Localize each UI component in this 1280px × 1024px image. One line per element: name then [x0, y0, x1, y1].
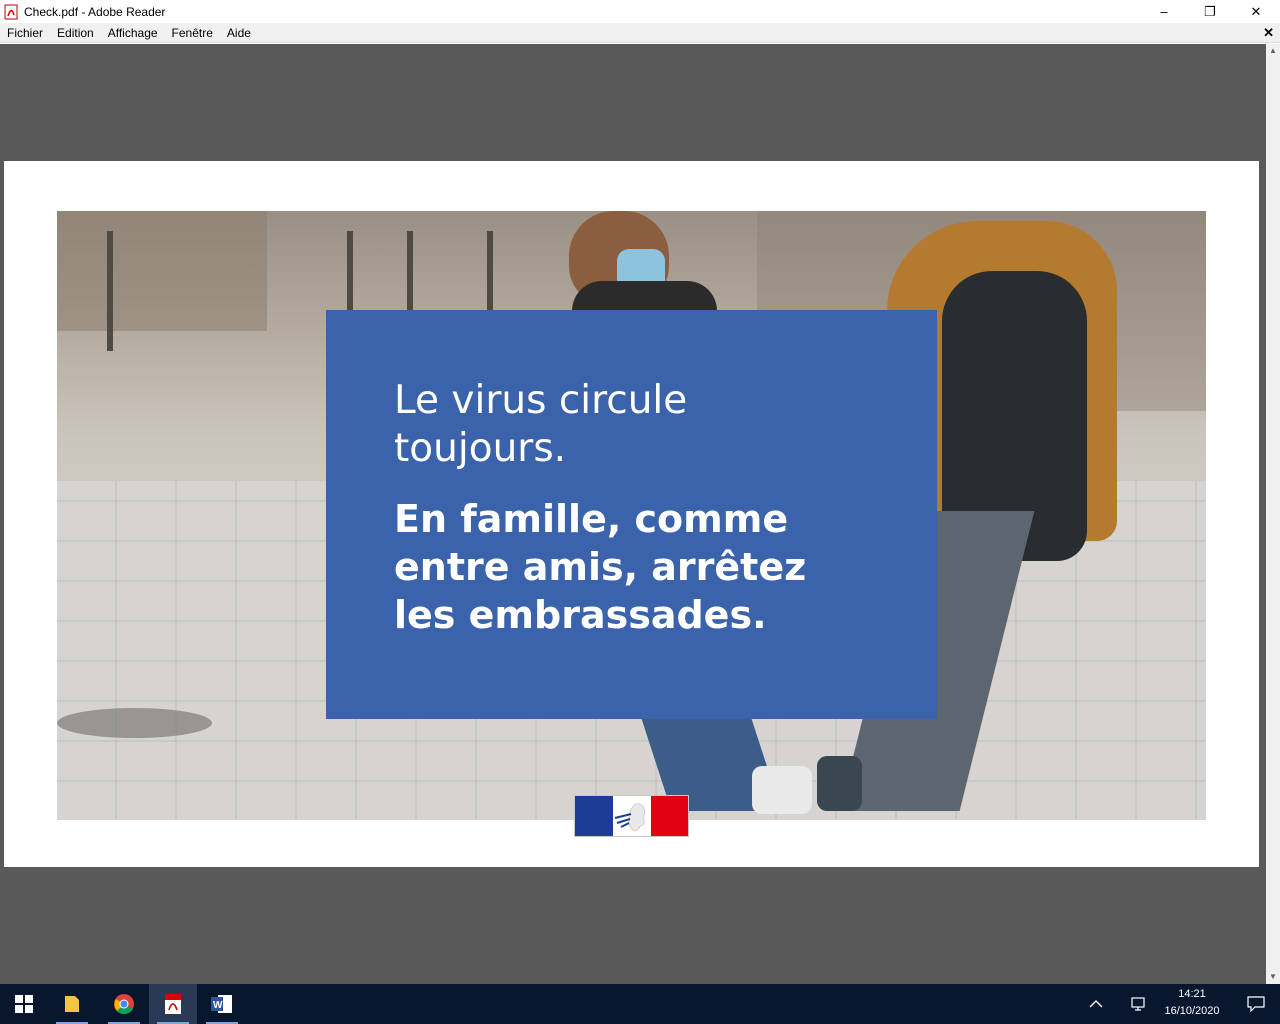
headline-line-2: toujours.	[394, 426, 567, 471]
sneaker	[752, 766, 812, 814]
chevron-up-icon	[1089, 1000, 1103, 1008]
minimize-button[interactable]: –	[1141, 0, 1187, 23]
pdf-icon	[165, 994, 181, 1014]
taskbar-chrome[interactable]	[100, 984, 148, 1024]
marianne-icon	[614, 803, 645, 832]
show-hidden-icons-button[interactable]	[1072, 984, 1120, 1024]
close-document-icon[interactable]: ✕	[1263, 25, 1274, 41]
republique-francaise-logo	[574, 795, 689, 837]
windows-start-icon	[15, 995, 33, 1013]
svg-text:W: W	[213, 1000, 223, 1011]
dark-sneaker	[817, 756, 862, 811]
taskbar-file-explorer[interactable]	[48, 984, 96, 1024]
word-icon: W	[211, 995, 232, 1013]
clock-time: 14:21	[1178, 988, 1206, 1000]
message-line-2: entre amis, arrêtez	[394, 545, 807, 589]
message-box: Le virus circule toujours. En famille, c…	[326, 310, 937, 719]
flag-red	[651, 796, 688, 836]
vertical-scrollbar[interactable]: ▲ ▼	[1266, 44, 1280, 984]
notification-icon	[1247, 996, 1265, 1012]
menu-fenetre[interactable]: Fenêtre	[165, 23, 220, 43]
menu-bar: Fichier Edition Affichage Fenêtre Aide ✕	[0, 23, 1280, 43]
window-title: Check.pdf - Adobe Reader	[24, 4, 166, 19]
taskbar: W 14:21 16/10/2020	[0, 984, 1280, 1024]
menu-edition[interactable]: Edition	[50, 23, 101, 43]
folder-icon	[65, 996, 79, 1012]
flag-blue	[575, 796, 613, 836]
pdf-page: Le virus circule toujours. En famille, c…	[4, 161, 1259, 867]
menu-fichier[interactable]: Fichier	[0, 23, 50, 43]
message-line-3: les embrassades.	[394, 593, 767, 637]
taskbar-word[interactable]: W	[198, 984, 246, 1024]
message-line-1: En famille, comme	[394, 497, 789, 541]
clock-date: 16/10/2020	[1164, 1005, 1220, 1017]
chrome-icon	[114, 994, 134, 1015]
menu-affichage[interactable]: Affichage	[101, 23, 165, 43]
scroll-down-icon[interactable]: ▼	[1266, 970, 1280, 984]
scroll-up-icon[interactable]: ▲	[1266, 44, 1280, 58]
background-building	[57, 211, 267, 331]
action-center-button[interactable]	[1232, 984, 1280, 1024]
taskbar-adobe-reader[interactable]	[149, 984, 197, 1024]
close-button[interactable]: ✕	[1233, 0, 1279, 23]
manhole-cover	[57, 708, 212, 738]
menu-aide[interactable]: Aide	[220, 23, 258, 43]
title-bar: Check.pdf - Adobe Reader – ❐ ✕	[0, 0, 1280, 23]
pdf-app-icon	[4, 4, 18, 19]
start-button[interactable]	[0, 984, 48, 1024]
taskbar-clock[interactable]: 14:21 16/10/2020	[1152, 986, 1232, 1022]
headline-line-1: Le virus circule	[394, 378, 688, 423]
network-icon	[1131, 997, 1145, 1011]
background-tree	[107, 231, 113, 351]
flag-white	[613, 796, 651, 836]
restore-button[interactable]: ❐	[1187, 0, 1233, 23]
